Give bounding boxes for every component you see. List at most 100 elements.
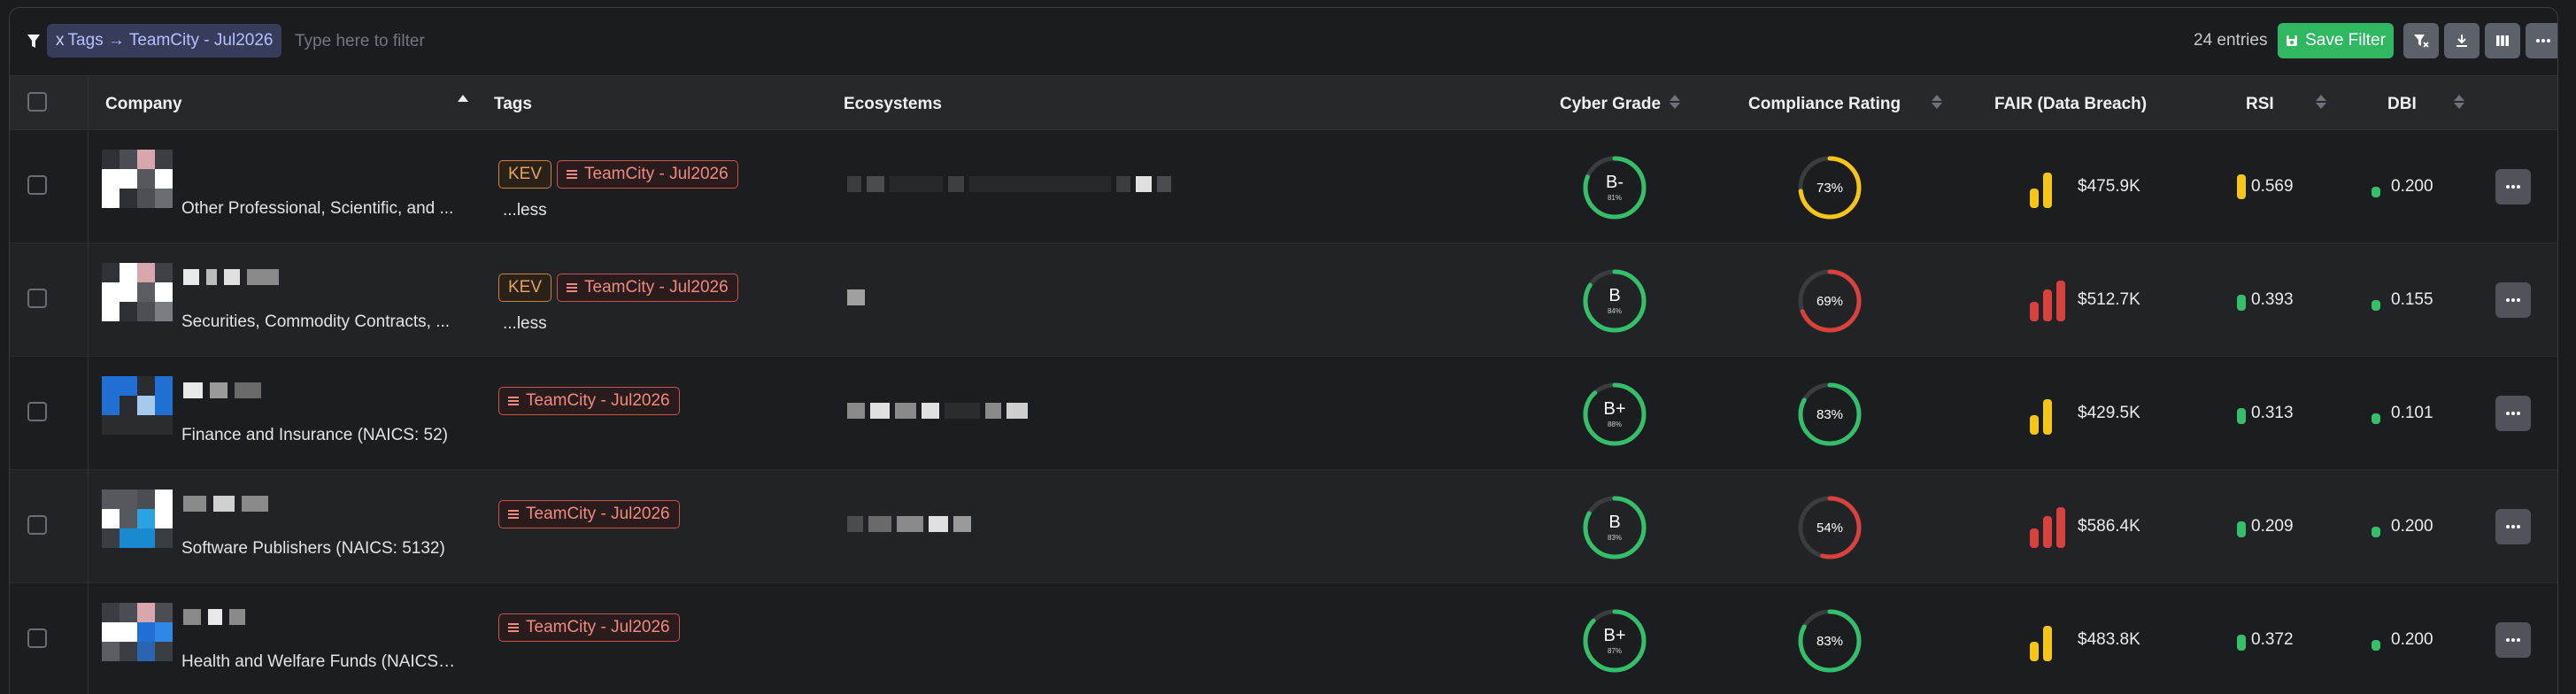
cyber-grade-gauge-percent: 83% <box>1608 534 1622 542</box>
company-name-redacted <box>183 608 245 626</box>
dbi-value: 0.200 <box>2391 517 2433 536</box>
company-industry[interactable]: Other Professional, Scientific, and ... <box>181 199 456 219</box>
columns-icon <box>2496 35 2509 46</box>
columns-button[interactable] <box>2485 23 2520 58</box>
chip-remove-icon[interactable]: x <box>56 31 65 50</box>
sort-icon[interactable] <box>1669 91 1681 112</box>
tag-teamcity[interactable]: TeamCity - Jul2026 <box>498 387 680 415</box>
save-icon <box>2287 35 2298 46</box>
ecosystems-redacted <box>847 289 865 305</box>
table-row[interactable]: Other Professional, Scientific, and ... K… <box>10 130 2557 243</box>
tag-kev[interactable]: KEV <box>498 160 552 189</box>
fair-bar-icon <box>2030 279 2074 321</box>
tag-label: TeamCity - Jul2026 <box>526 391 670 410</box>
row-checkbox[interactable] <box>27 175 47 195</box>
fair-bar <box>2043 173 2052 208</box>
cyber-grade-gauge: B+88% <box>1583 382 1647 446</box>
table-row[interactable]: Securities, Commodity Contracts, ... KEV T… <box>10 243 2557 357</box>
select-all-checkbox[interactable] <box>27 92 47 112</box>
column-cyber-grade[interactable]: Cyber Grade <box>1560 95 1661 114</box>
column-dbi[interactable]: DBI <box>2387 95 2417 114</box>
sort-icon[interactable] <box>2315 91 2327 112</box>
tag-list-icon <box>567 283 578 292</box>
company-logo <box>102 150 173 210</box>
column-fair[interactable]: FAIR (Data Breach) <box>1994 95 2147 114</box>
company-industry[interactable]: Securities, Commodity Contracts, ... <box>181 312 456 332</box>
show-less-link[interactable]: ...less <box>503 314 547 334</box>
row-checkbox[interactable] <box>27 289 47 308</box>
column-tags[interactable]: Tags <box>494 95 532 114</box>
sort-icon[interactable] <box>2453 91 2465 112</box>
sort-asc-icon[interactable] <box>457 91 469 112</box>
dbi-indicator <box>2372 413 2380 424</box>
column-divider <box>88 357 89 469</box>
filter-icon <box>27 35 40 48</box>
tag-kev[interactable]: KEV <box>498 274 552 302</box>
row-checkbox[interactable] <box>27 402 47 421</box>
table-header: Company Tags Ecosystems Cyber Grade Comp… <box>10 75 2557 130</box>
ecosystems-redacted <box>847 516 971 532</box>
tag-list-icon <box>508 510 519 519</box>
row-actions-button[interactable] <box>2495 509 2531 544</box>
row-actions-button[interactable] <box>2495 396 2531 431</box>
cyber-grade-gauge-label: B <box>1608 513 1620 532</box>
row-checkbox[interactable] <box>27 628 47 648</box>
cyber-grade-gauge-label: B- <box>1606 173 1623 192</box>
save-filter-button[interactable]: Save Filter <box>2278 23 2394 58</box>
fair-bar <box>2056 507 2065 548</box>
ecosystems-redacted <box>847 176 1171 192</box>
show-less-link[interactable]: ...less <box>503 201 547 220</box>
column-company[interactable]: Company <box>105 95 182 114</box>
compliance-gauge: 73% <box>1798 156 1862 220</box>
tag-teamcity[interactable]: TeamCity - Jul2026 <box>498 500 680 528</box>
tag-teamcity[interactable]: TeamCity - Jul2026 <box>557 274 738 302</box>
fair-bar <box>2030 528 2039 548</box>
tag-list-icon <box>508 623 519 632</box>
tag-teamcity[interactable]: TeamCity - Jul2026 <box>557 160 738 189</box>
company-industry[interactable]: Software Publishers (NAICS: 5132) <box>181 539 456 559</box>
data-table-panel: x Tags → TeamCity - Jul2026 24 entries S… <box>9 7 2558 694</box>
tag-list: KEV TeamCity - Jul2026 <box>498 160 738 189</box>
row-checkbox[interactable] <box>27 515 47 535</box>
fair-bar-icon <box>2030 166 2074 208</box>
rsi-indicator <box>2237 295 2246 311</box>
rsi-indicator <box>2237 174 2246 199</box>
table-row[interactable]: Software Publishers (NAICS: 5132) TeamCit… <box>10 470 2557 583</box>
cyber-grade-gauge-percent: 87% <box>1608 647 1622 655</box>
column-ecosystems[interactable]: Ecosystems <box>844 95 942 114</box>
table-row[interactable]: Health and Welfare Funds (NAICS: ... Team… <box>10 583 2557 694</box>
sort-icon[interactable] <box>1931 91 1943 112</box>
tag-teamcity[interactable]: TeamCity - Jul2026 <box>498 613 680 642</box>
column-rsi[interactable]: RSI <box>2246 95 2274 114</box>
tag-label: KEV <box>508 278 543 297</box>
tag-list: KEV TeamCity - Jul2026 <box>498 274 738 302</box>
company-logo <box>102 376 173 436</box>
filter-input[interactable] <box>295 27 791 56</box>
column-compliance-rating[interactable]: Compliance Rating <box>1748 95 1901 114</box>
compliance-gauge-label: 54% <box>1816 520 1843 536</box>
more-options-button[interactable] <box>2526 23 2557 58</box>
table-row[interactable]: Finance and Insurance (NAICS: 52) TeamCit… <box>10 357 2557 470</box>
company-industry[interactable]: Health and Welfare Funds (NAICS: ... <box>181 652 456 672</box>
row-actions-button[interactable] <box>2495 282 2531 318</box>
fair-value: $586.4K <box>2078 517 2140 536</box>
fair-bar-icon <box>2030 619 2074 661</box>
filter-toolbar: x Tags → TeamCity - Jul2026 24 entries S… <box>10 8 2557 75</box>
filter-chip[interactable]: x Tags → TeamCity - Jul2026 <box>47 24 282 58</box>
tag-label: TeamCity - Jul2026 <box>526 505 670 523</box>
save-filter-label: Save Filter <box>2305 31 2386 50</box>
company-logo <box>102 603 173 663</box>
fair-bar <box>2030 642 2039 661</box>
cyber-grade-gauge: B 83% <box>1583 496 1647 559</box>
clear-filter-button[interactable] <box>2403 23 2439 58</box>
cyber-grade-gauge-percent: 81% <box>1608 194 1622 202</box>
cyber-grade-gauge: B- 81% <box>1583 156 1647 220</box>
row-actions-button[interactable] <box>2495 169 2531 204</box>
compliance-gauge: 83% <box>1798 382 1862 446</box>
row-actions-button[interactable] <box>2495 622 2531 658</box>
rsi-value: 0.372 <box>2251 630 2294 649</box>
cyber-grade-gauge: B 84% <box>1583 269 1647 333</box>
company-industry[interactable]: Finance and Insurance (NAICS: 52) <box>181 426 456 445</box>
download-button[interactable] <box>2444 23 2480 58</box>
fair-bar <box>2030 302 2039 321</box>
